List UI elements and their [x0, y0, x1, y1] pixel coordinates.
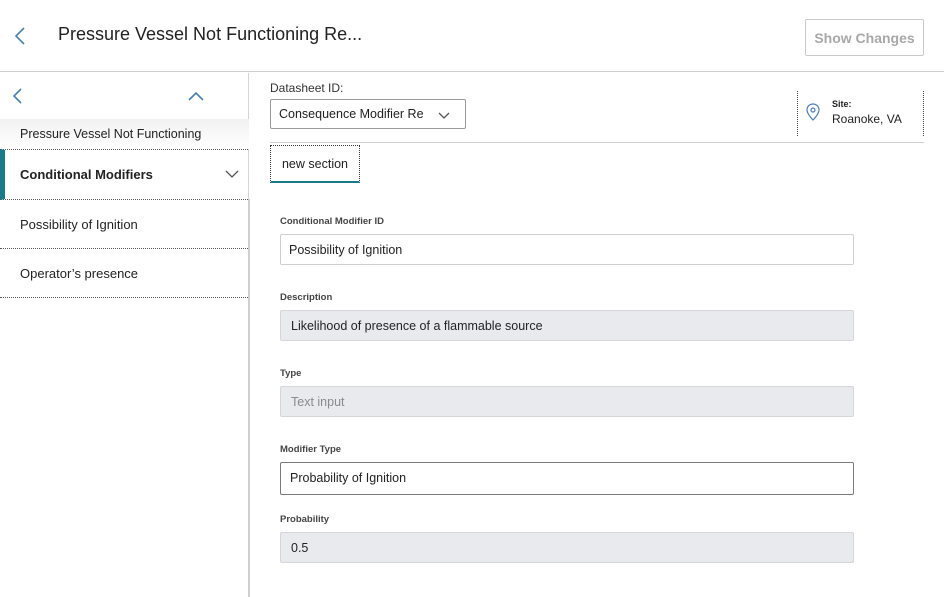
- chevron-up-icon[interactable]: [185, 87, 207, 105]
- app-header: Pressure Vessel Not Functioning Re... Sh…: [0, 0, 944, 72]
- nav-item-conditional-modifiers[interactable]: Conditional Modifiers: [0, 149, 248, 200]
- show-changes-button[interactable]: Show Changes: [805, 19, 924, 56]
- section-divider: [270, 142, 924, 143]
- probability-field: 0.5: [280, 532, 854, 563]
- field-label-type: Type: [280, 368, 302, 379]
- nav-item-label: Conditional Modifiers: [20, 167, 153, 182]
- datasheet-select[interactable]: Consequence Modifier Re: [270, 99, 466, 129]
- nav-item-operators-presence[interactable]: Operator’s presence: [0, 249, 248, 298]
- page-title: Pressure Vessel Not Functioning Re...: [58, 24, 363, 44]
- nav-item-possibility-of-ignition[interactable]: Possibility of Ignition: [0, 200, 248, 249]
- field-label-conditional-modifier-id: Conditional Modifier ID: [280, 216, 384, 227]
- datasheet-selected-value: Consequence Modifier Re: [279, 107, 424, 121]
- type-field: Text input: [280, 386, 854, 417]
- site-label: Site:: [832, 99, 852, 109]
- map-pin-icon: [806, 103, 820, 121]
- chevron-down-icon: [437, 110, 451, 120]
- datasheet-content: Datasheet ID: Consequence Modifier Re Si…: [250, 73, 944, 597]
- conditional-modifier-id-input[interactable]: Possibility of Ignition: [280, 234, 854, 265]
- left-nav-panel: Pressure Vessel Not Functioning Conditio…: [0, 73, 250, 597]
- modifier-type-input[interactable]: Probability of Ignition: [280, 462, 854, 495]
- tab-new-section[interactable]: new section: [270, 145, 360, 183]
- record-title[interactable]: Pressure Vessel Not Functioning: [0, 119, 249, 149]
- nav-item-label: Possibility of Ignition: [20, 216, 138, 232]
- field-label-description: Description: [280, 292, 333, 303]
- site-value: Roanoke, VA: [832, 112, 902, 126]
- back-icon[interactable]: [10, 24, 32, 48]
- field-label-modifier-type: Modifier Type: [280, 444, 342, 455]
- nav-back-icon[interactable]: [8, 85, 28, 107]
- left-nav-toolbar: [0, 73, 249, 119]
- nav-item-label: Operator’s presence: [20, 265, 139, 281]
- datasheet-label: Datasheet ID:: [270, 81, 344, 95]
- site-indicator[interactable]: Site: Roanoke, VA: [797, 91, 924, 136]
- chevron-down-icon[interactable]: [224, 168, 240, 180]
- description-field: Likelihood of presence of a flammable so…: [280, 310, 854, 341]
- field-label-probability: Probability: [280, 514, 330, 525]
